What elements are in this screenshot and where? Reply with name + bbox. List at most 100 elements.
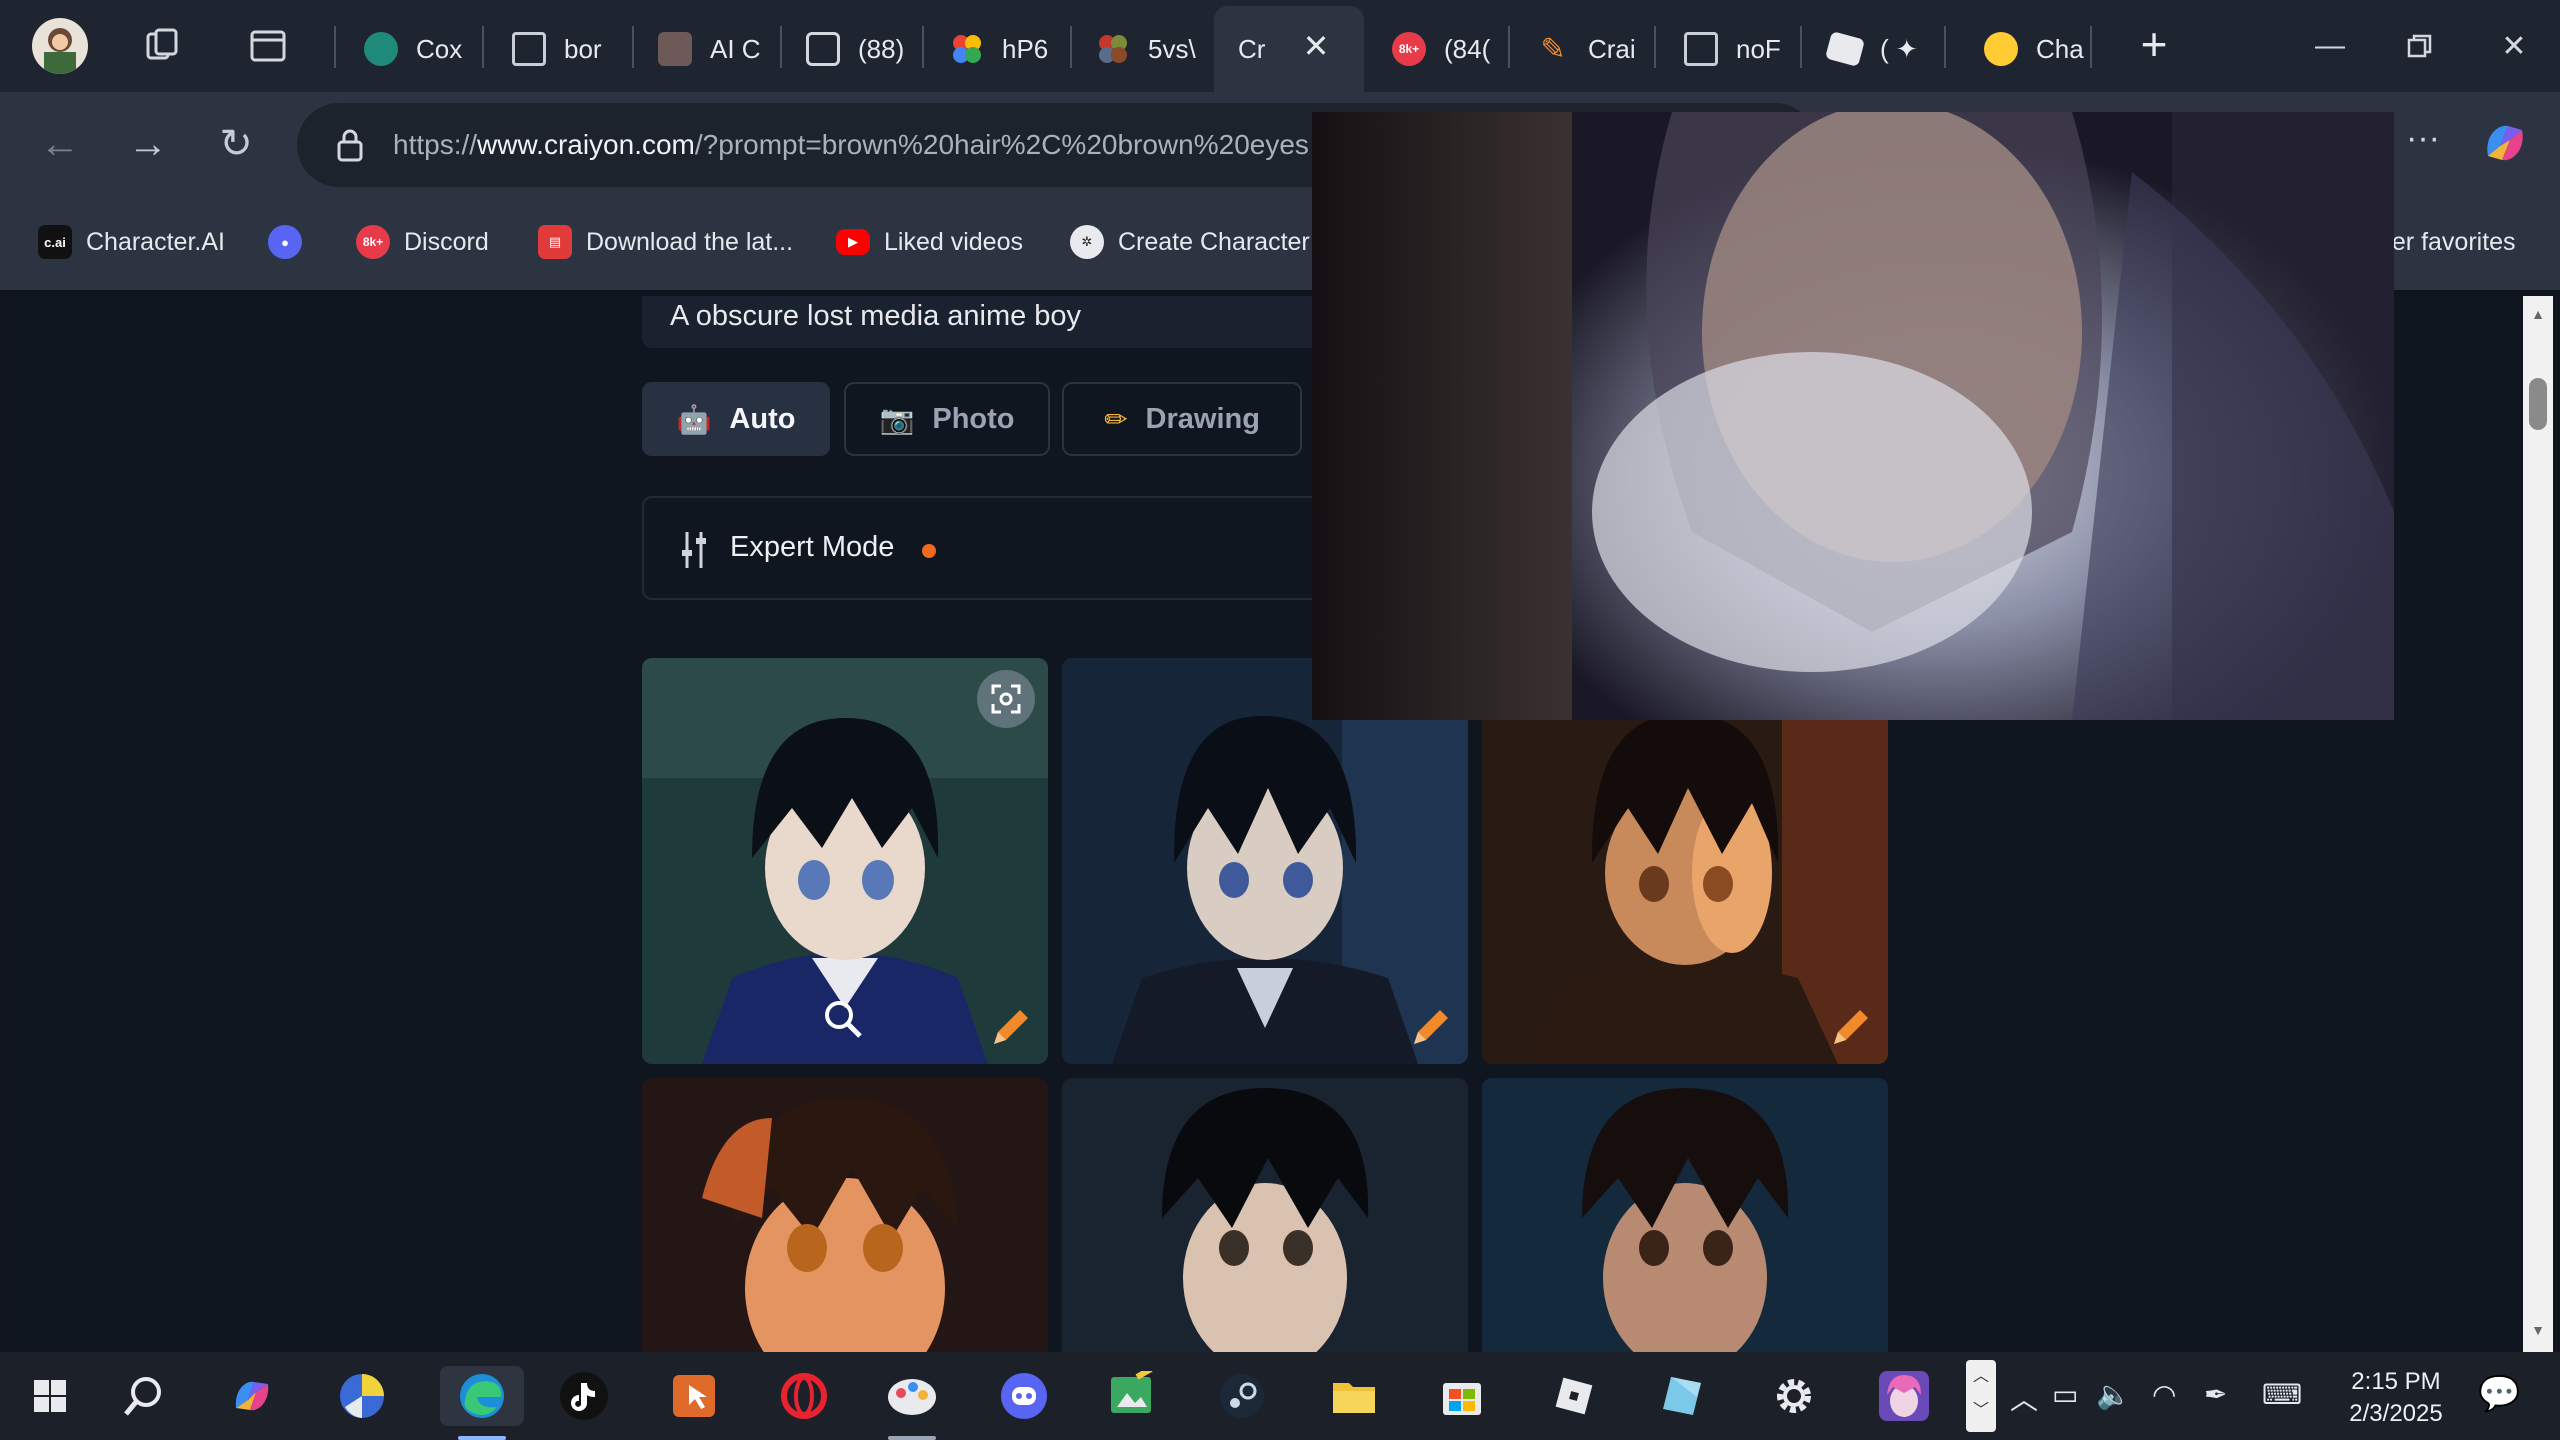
discord-badge-icon: 8k+ [1392, 32, 1426, 66]
mode-photo-button[interactable]: 📷 Photo [844, 382, 1050, 456]
settings-gear-icon[interactable] [1764, 1366, 1824, 1426]
lock-icon[interactable] [333, 127, 367, 163]
tab-1[interactable]: bor [488, 6, 630, 92]
edit-pencil-icon[interactable] [1828, 1004, 1874, 1050]
cursor-app-icon[interactable] [664, 1366, 724, 1426]
more-options-icon[interactable]: ··· [2398, 118, 2448, 168]
tab-10[interactable]: ( ✦ [1804, 6, 1944, 92]
touch-keyboard-icon[interactable]: ⌨ [2262, 1378, 2302, 1411]
profile-avatar[interactable] [32, 18, 88, 74]
minimize-icon[interactable]: ― [2300, 18, 2360, 74]
robot-icon: 🤖 [676, 403, 712, 435]
copilot-taskbar-icon[interactable] [222, 1366, 282, 1426]
favorite-discord[interactable]: 8k+ Discord [356, 220, 489, 264]
vertical-tabs-icon[interactable] [248, 26, 288, 66]
pencil-icon: ✏ [1104, 403, 1128, 435]
document-icon [512, 32, 546, 66]
microsoft-store-icon[interactable] [1432, 1366, 1492, 1426]
tab-0[interactable]: Cox [340, 6, 480, 92]
tab-title: ( ✦ [1880, 33, 1918, 64]
workspaces-icon[interactable] [140, 24, 184, 68]
scan-icon[interactable] [977, 670, 1035, 728]
file-explorer-icon[interactable] [1324, 1366, 1384, 1426]
mode-drawing-button[interactable]: ✏ Drawing [1062, 382, 1302, 456]
generated-image-5[interactable] [1062, 1078, 1468, 1352]
tab-9[interactable]: noF [1660, 6, 1800, 92]
edge-icon[interactable] [440, 1366, 524, 1426]
new-tab-icon[interactable]: + [2130, 18, 2178, 70]
tab-2[interactable]: AI C [634, 6, 780, 92]
zoom-icon[interactable] [820, 996, 866, 1042]
generated-image-4[interactable] [642, 1078, 1048, 1352]
favorite-discord-icon-only[interactable]: ● [268, 220, 316, 264]
tab-title: Cha [2036, 33, 2084, 64]
tab-separator [922, 26, 924, 68]
opera-icon[interactable] [774, 1366, 834, 1426]
tab-separator [1654, 26, 1656, 68]
pinwheel-icon [1096, 32, 1130, 66]
edit-pencil-icon[interactable] [1408, 1004, 1454, 1050]
store-icon: ▤ [538, 225, 572, 259]
expert-mode-toggle[interactable]: Expert Mode [642, 496, 1342, 600]
tab-title: (84( [1444, 33, 1491, 64]
hugging-face-icon [1984, 32, 2018, 66]
favorite-download[interactable]: ▤ Download the lat... [538, 220, 793, 264]
refresh-icon[interactable]: ↻ [204, 112, 268, 176]
generated-image-1[interactable] [642, 658, 1048, 1064]
scrollbar-thumb[interactable] [2529, 378, 2547, 430]
tab-8[interactable]: ✎ Crai [1512, 6, 1658, 92]
paint-app-icon[interactable] [882, 1366, 942, 1426]
scroll-up-arrow[interactable]: ▲ [2529, 306, 2547, 322]
other-favorites[interactable]: ner favorites [2378, 220, 2516, 264]
chrome-ball-icon[interactable] [332, 1366, 392, 1426]
tab-5[interactable]: 5vs\ [1072, 6, 1212, 92]
search-icon[interactable] [114, 1366, 174, 1426]
favorite-label: Download the lat... [586, 227, 794, 256]
scroll-down-arrow[interactable]: ▼ [2529, 1322, 2547, 1338]
restore-icon[interactable] [2390, 18, 2450, 74]
tab-4[interactable]: hP6 [926, 6, 1070, 92]
battery-icon[interactable]: ▭ [2052, 1378, 2078, 1411]
show-hidden-icons-chevron[interactable]: ︿ [2010, 1378, 2038, 1418]
tab-strip: Cox bor AI C (88) hP6 5vs\ Cr ✕ 8k+ (84( … [0, 0, 2560, 92]
camera-icon: 📷 [879, 403, 915, 435]
copilot-icon[interactable] [2478, 116, 2532, 170]
document-icon [1684, 32, 1718, 66]
volume-icon[interactable]: 🔈 [2096, 1378, 2131, 1411]
back-icon[interactable]: ← [28, 112, 92, 176]
roblox-taskbar-icon[interactable] [1544, 1366, 1604, 1426]
generated-image-6[interactable] [1482, 1078, 1888, 1352]
pinwheel-icon [950, 32, 984, 66]
edit-pencil-icon[interactable] [988, 1004, 1034, 1050]
tab-6-active[interactable]: Cr [1214, 6, 1364, 92]
close-window-icon[interactable]: ✕ [2484, 18, 2544, 74]
tiktok-icon[interactable] [554, 1366, 614, 1426]
anime-app-icon[interactable] [1874, 1366, 1934, 1426]
favorite-create-character[interactable]: ✲ Create Character [1070, 220, 1310, 264]
mode-auto-button[interactable]: 🤖 Auto [642, 382, 830, 456]
tab-title: AI C [710, 33, 761, 64]
roblox-studio-icon[interactable] [1652, 1366, 1712, 1426]
notifications-icon[interactable]: 💬 [2478, 1374, 2520, 1414]
tab-3[interactable]: (88) [782, 6, 922, 92]
discord-taskbar-icon[interactable] [994, 1366, 1054, 1426]
tab-separator [482, 26, 484, 68]
wifi-icon[interactable]: ◠ [2152, 1378, 2176, 1411]
steam-icon[interactable] [1212, 1366, 1272, 1426]
forward-icon[interactable]: → [116, 112, 180, 176]
tab-7[interactable]: 8k+ (84( [1368, 6, 1508, 92]
start-icon[interactable] [20, 1366, 80, 1426]
discord-badge-icon: 8k+ [356, 225, 390, 259]
tab-title: Cox [416, 33, 463, 64]
favorite-character-ai[interactable]: c.ai Character.AI [38, 220, 225, 264]
tab-separator [1800, 26, 1802, 68]
favorite-label: ner favorites [2378, 227, 2516, 256]
tab-11[interactable]: Cha [1960, 6, 2090, 92]
tab-close-icon[interactable]: ✕ [1296, 26, 1336, 66]
image-editor-icon[interactable] [1102, 1366, 1162, 1426]
pen-icon[interactable]: ✒ [2204, 1378, 2227, 1411]
page-scrollbar[interactable] [2523, 296, 2553, 1352]
taskbar-scroll-arrows[interactable]: ︿ ﹀ [1966, 1360, 1996, 1432]
favorite-liked-videos[interactable]: ▶ Liked videos [836, 220, 1023, 264]
system-clock[interactable]: 2:15 PM 2/3/2025 [2336, 1366, 2456, 1430]
